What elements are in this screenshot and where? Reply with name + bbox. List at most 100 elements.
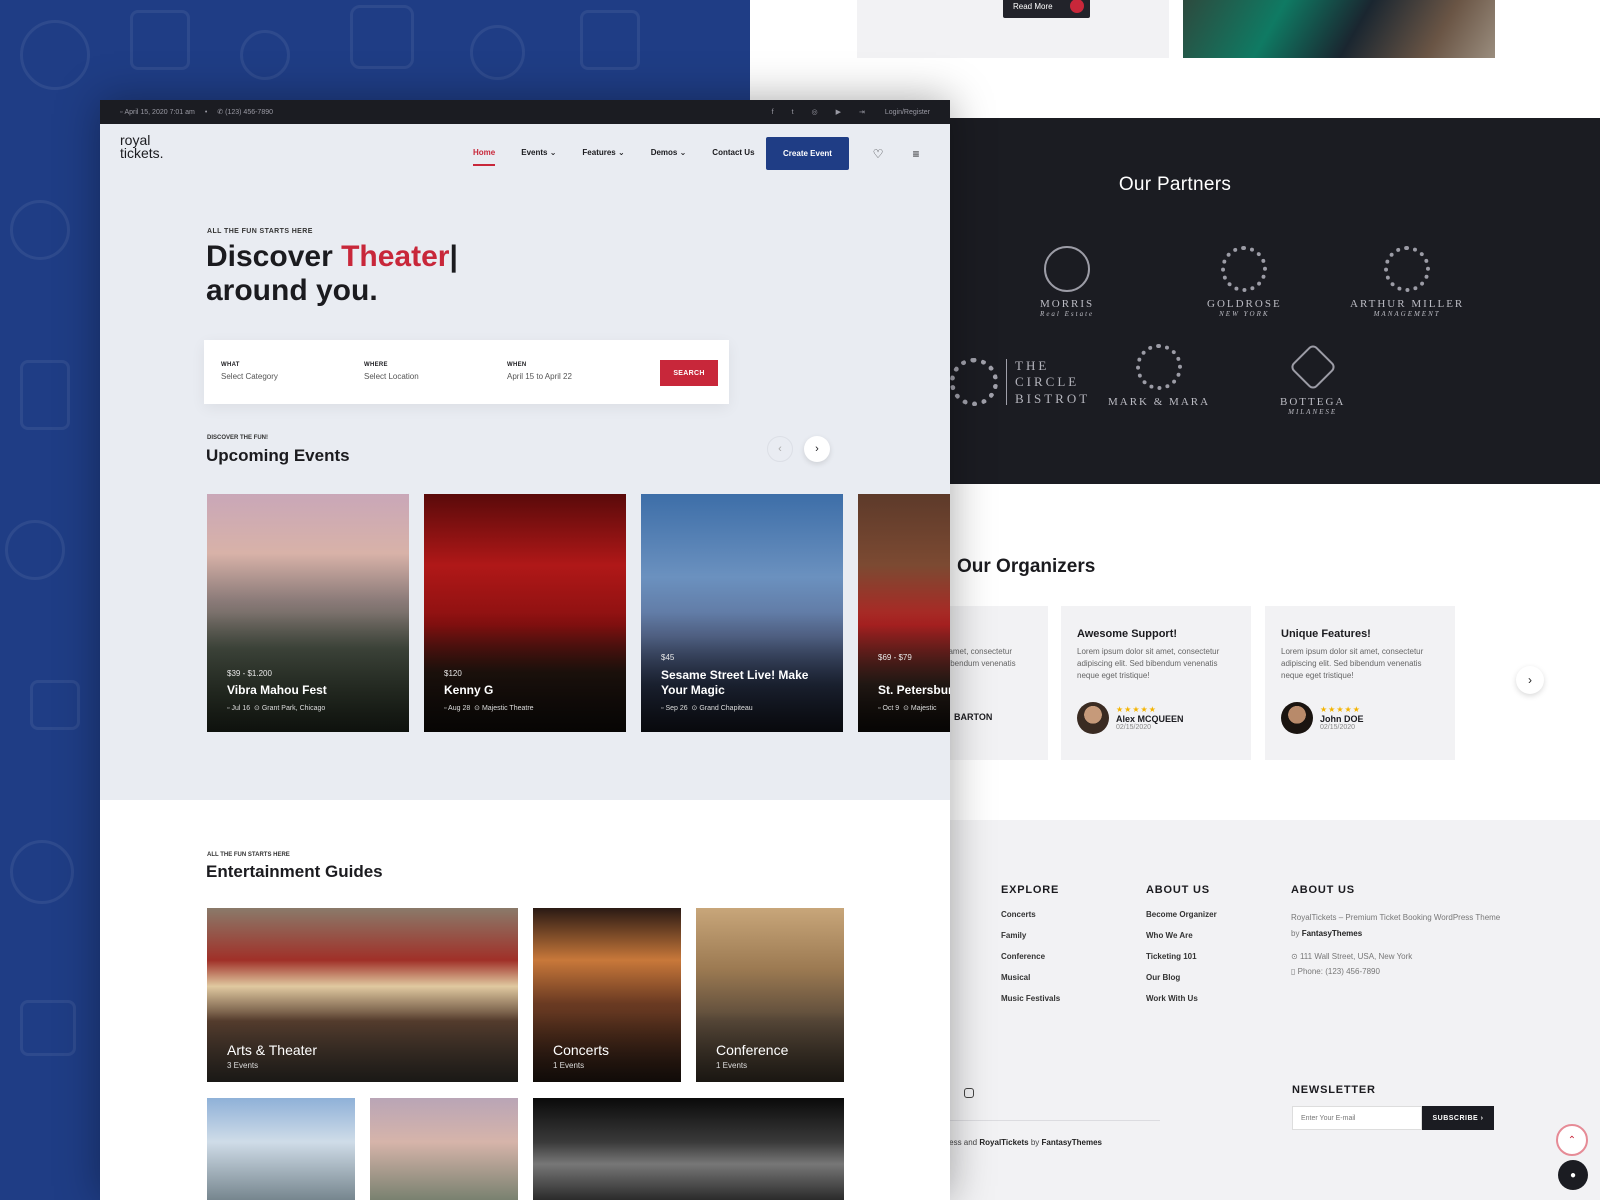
partner-name: ARTHUR MILLER	[1350, 298, 1465, 310]
doodle-shape	[5, 520, 65, 580]
field-label: WHERE	[364, 362, 388, 368]
twitter-icon[interactable]: t	[792, 109, 794, 116]
partner-logo-mark-mara[interactable]: MARK & MARA	[1108, 344, 1210, 408]
footer-heading: ABOUT US	[1146, 884, 1210, 896]
newsletter-heading: NEWSLETTER	[1292, 1084, 1376, 1096]
card-overlay	[858, 612, 950, 732]
partner-sub: Real Estate	[1040, 310, 1095, 319]
event-card[interactable]: $45 Sesame Street Live! Make Your Magic …	[641, 494, 843, 732]
copyright-text: by	[1030, 1138, 1040, 1147]
footer-link[interactable]: Ticketing 101	[1146, 952, 1217, 961]
newsletter-email-input[interactable]: Enter Your E-mail	[1292, 1106, 1422, 1130]
nav-features[interactable]: Features ⌄	[582, 148, 624, 157]
copyright-brand[interactable]: FantasyThemes	[1042, 1138, 1102, 1147]
nav-demos[interactable]: Demos ⌄	[651, 148, 687, 157]
upcoming-kicker: DISCOVER THE FUN!	[207, 435, 269, 441]
instagram-icon[interactable]: ◎	[812, 108, 818, 116]
typing-cursor: |	[449, 240, 458, 273]
chevron-right-icon: ›	[815, 443, 819, 455]
footer-link[interactable]: Conference	[1001, 952, 1060, 961]
field-label: WHEN	[507, 362, 527, 368]
footer-link[interactable]: Family	[1001, 931, 1060, 940]
doodle-shape	[20, 1000, 76, 1056]
footer-about-links: ABOUT US Become Organizer Who We Are Tic…	[1146, 884, 1217, 1015]
copyright-brand[interactable]: RoyalTickets	[979, 1138, 1028, 1147]
instagram-icon[interactable]	[964, 1088, 974, 1098]
guide-count: 1 Events	[716, 1061, 748, 1070]
partner-logo-morris[interactable]: MORRIS Real Estate	[1040, 246, 1094, 318]
event-meta: ▫ Aug 28 ⊙ Majestic Theatre	[444, 704, 534, 712]
footer-link[interactable]: Who We Are	[1146, 931, 1217, 940]
guide-card[interactable]	[207, 1098, 355, 1200]
footer-link[interactable]: Musical	[1001, 973, 1060, 982]
guide-card[interactable]: Arts & Theater 3 Events	[207, 908, 518, 1082]
organizers-title: Our Organizers	[957, 556, 1096, 577]
brand-link[interactable]: FantasyThemes	[1302, 929, 1362, 938]
logo-line: BISTROT	[1015, 390, 1091, 406]
event-card[interactable]: $69 - $79 St. Petersburg Nutcracker ▫ Oc…	[858, 494, 950, 732]
search-when-field[interactable]: WHEN April 15 to April 22	[507, 362, 572, 381]
copyright: rdPress and RoyalTickets by FantasyTheme…	[934, 1138, 1102, 1147]
search-what-field[interactable]: WHAT Select Category	[221, 362, 278, 381]
nav-home[interactable]: Home	[473, 148, 496, 166]
logo-line: THE	[1015, 358, 1050, 373]
field-value: Select Category	[221, 372, 278, 381]
facebook-icon[interactable]: f	[772, 109, 774, 116]
partner-logo-arthur-miller[interactable]: ARTHUR MILLER MANAGEMENT	[1350, 246, 1464, 318]
logo-line: CIRCLE	[1015, 374, 1080, 390]
guide-count: 3 Events	[227, 1061, 259, 1070]
youtube-icon[interactable]: ▶	[836, 108, 841, 116]
event-photo	[1183, 0, 1495, 58]
organizer-name: Alex MCQUEEN	[1116, 714, 1184, 724]
nav-contact-us[interactable]: Contact Us	[712, 148, 754, 157]
event-name: St. Petersburg Nutcracker	[878, 683, 950, 697]
heart-icon[interactable]: ♡	[870, 146, 886, 162]
guide-card[interactable]	[370, 1098, 518, 1200]
hamburger-menu-icon[interactable]: ≡	[908, 146, 924, 162]
event-name: Kenny G	[444, 683, 494, 697]
subscribe-button[interactable]: SUBSCRIBE ›	[1422, 1106, 1494, 1130]
footer-link[interactable]: Work With Us	[1146, 994, 1217, 1003]
main-navbar: royal tickets. Home Events ⌄ Features ⌄ …	[100, 124, 950, 188]
chat-button[interactable]: ●	[1558, 1160, 1588, 1190]
phone-icon: ✆	[217, 109, 226, 116]
carousel-next-button[interactable]: ›	[804, 436, 830, 462]
search-button[interactable]: SEARCH	[660, 360, 718, 386]
nav-events[interactable]: Events ⌄	[521, 148, 556, 157]
organizer-card-title: Awesome Support!	[1077, 628, 1178, 640]
event-venue: Grand Chapiteau	[699, 705, 753, 712]
login-register-link[interactable]: ⇥ Login/Register	[859, 108, 930, 116]
partner-logo-bottega[interactable]: BOTTEGA MILANESE	[1280, 342, 1345, 416]
event-card[interactable]: $120 Kenny G ▫ Aug 28 ⊙ Majestic Theatre	[424, 494, 626, 732]
create-event-button[interactable]: Create Event	[766, 137, 849, 170]
doodle-shape	[470, 25, 525, 80]
guide-card[interactable]: Concerts 1 Events	[533, 908, 681, 1082]
doodle-shape	[20, 360, 70, 430]
location-icon: ⊙	[903, 705, 911, 712]
guide-card[interactable]	[533, 1098, 844, 1200]
phone-text: (123) 456-7890	[225, 108, 274, 116]
topbar-phone: ✆ (123) 456-7890	[217, 108, 274, 117]
event-search-box: WHAT Select Category WHERE Select Locati…	[204, 340, 729, 404]
carousel-prev-button[interactable]: ‹	[767, 436, 793, 462]
hero-title: Discover Theater| around you.	[206, 240, 458, 308]
partner-logo-circle-bistrot[interactable]: THE CIRCLE BISTROT	[950, 358, 1090, 407]
organizer-date: 02/15/2020	[1116, 724, 1152, 731]
partner-name: MARK & MARA	[1108, 396, 1211, 408]
hero-title-text: Discover	[206, 240, 342, 273]
guide-card[interactable]: Conference 1 Events	[696, 908, 844, 1082]
organizer-name: BARTON	[954, 712, 993, 722]
doodle-shape	[580, 10, 640, 70]
footer-link[interactable]: Music Festivals	[1001, 994, 1060, 1003]
read-more-button[interactable]: Read More	[1003, 0, 1090, 18]
organizers-next-button[interactable]: ›	[1516, 666, 1544, 694]
footer-link[interactable]: Become Organizer	[1146, 910, 1217, 919]
site-logo[interactable]: royal tickets.	[120, 133, 164, 160]
footer-link[interactable]: Concerts	[1001, 910, 1060, 919]
event-card[interactable]: $39 - $1.200 Vibra Mahou Fest ▫ Jul 16 ⊙…	[207, 494, 409, 732]
scroll-to-top-button[interactable]: ⌃	[1556, 1124, 1588, 1156]
search-where-field[interactable]: WHERE Select Location	[364, 362, 419, 381]
doodle-shape	[130, 10, 190, 70]
partner-logo-goldrose[interactable]: GOLDROSE NEW YORK	[1207, 246, 1282, 318]
footer-link[interactable]: Our Blog	[1146, 973, 1217, 982]
